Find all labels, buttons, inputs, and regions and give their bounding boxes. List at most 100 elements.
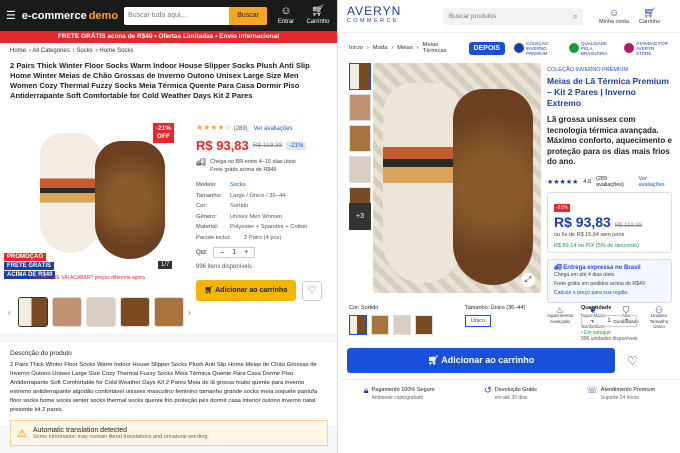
color-swatch[interactable] [349, 315, 367, 335]
product-title: 2 Pairs Thick Winter Floor Socks Warm In… [0, 59, 337, 117]
search-placeholder: Buscar produtos [449, 12, 497, 20]
chevron-left-icon[interactable]: ‹ [8, 308, 14, 317]
snowflake-icon [514, 43, 524, 53]
rating-row: ★★★★★ 4.8 (289 avaliações) Ver avaliaçõe… [547, 176, 672, 188]
left-search-input[interactable]: Buscar tudo aqui... [124, 7, 229, 25]
quantity-stepper[interactable]: – 1 + [213, 247, 256, 258]
reviews-link[interactable]: Ver avaliações [639, 176, 672, 188]
account-label: Minha conta [599, 18, 629, 25]
spec-value: Large / Único / 36–44 [230, 192, 286, 199]
crumb-moda[interactable]: Moda [373, 45, 388, 51]
thumbnail[interactable] [349, 156, 371, 183]
return-icon: ↺ [484, 385, 492, 395]
trust-title: Pagamento 100% Seguro [371, 387, 435, 393]
lock-icon: 🔒︎ [363, 385, 369, 395]
product-main: +3 ⤢ COLEÇÃO INVERNO PREMIUM Meias de Lã… [339, 63, 680, 329]
spec-key: Modelo: [196, 182, 217, 188]
cart-label: Carrinho [306, 18, 330, 25]
add-to-cart-button[interactable]: 🛒︎ Adicionar ao carrinho [347, 348, 615, 373]
plus-icon[interactable]: + [625, 318, 629, 324]
sock-brown [453, 89, 533, 285]
truck-icon: 🚚︎ [554, 264, 562, 271]
ship-calc-link[interactable]: Calcule o preço para sua região [554, 289, 665, 298]
reviews-link[interactable]: Ver avaliações [254, 126, 293, 132]
thumbnail[interactable] [18, 297, 48, 327]
trust-title: Devolução Grátis [494, 387, 537, 393]
plus-icon[interactable]: + [244, 249, 248, 256]
color-swatch[interactable] [415, 315, 433, 335]
old-price: R$ 119,38 [252, 142, 283, 149]
price: R$ 93,83 [196, 138, 249, 153]
right-panel: AVERYN COMMERCE Buscar produtos ⌕ ☺ Minh… [339, 0, 680, 453]
size-option[interactable]: Único [465, 315, 492, 327]
ship-title: Entrega expressa no Brasil [563, 264, 641, 271]
quantity-stepper[interactable]: – 1 + [581, 315, 638, 327]
menu-icon[interactable]: ☰ [6, 9, 16, 22]
options-row: Cor: Sortido Tamanho: Único (36–44) Únic… [339, 297, 680, 342]
breadcrumb: Home › All Categories › Socks › Home Socks [0, 43, 337, 59]
crumb-home-socks[interactable]: Home Socks [99, 48, 133, 54]
product-image[interactable]: ⤢ [373, 63, 541, 293]
crumb-all[interactable]: All Categories [32, 48, 69, 54]
qty-label: Quantidade [581, 305, 612, 311]
product-image[interactable]: -21% OFF [10, 121, 178, 271]
add-to-cart-button[interactable]: 🛒︎ Adicionar ao carrinho [196, 280, 296, 301]
color-swatch[interactable] [371, 315, 389, 335]
price: R$ 93,83 [554, 213, 611, 230]
trust-sub: Suporte 24 horas [600, 395, 640, 401]
spec-row: Cor: Sortido [196, 201, 333, 212]
minus-icon[interactable]: – [590, 318, 593, 324]
left-search-button[interactable]: Buscar [229, 6, 267, 25]
cart-icon: 🛒︎ [643, 7, 656, 19]
sock-light [40, 133, 100, 253]
thumbnail[interactable] [154, 297, 184, 327]
qty-value: 1 [607, 318, 611, 324]
old-price: R$ 119,38 [614, 222, 643, 229]
thumbnail[interactable] [120, 297, 150, 327]
thumbnail[interactable] [349, 94, 371, 121]
averyn-logo[interactable]: AVERYN COMMERCE [347, 5, 443, 26]
expand-icon[interactable]: ⤢ [521, 273, 535, 287]
left-logo[interactable]: e-commerce demo [22, 10, 118, 22]
shipping-info: 🚚︎ Chega no BR entre 4–15 dias úteis Fret… [196, 159, 333, 174]
trust-sub: Ambiente criptografado [371, 395, 424, 401]
rating-count: (289) [233, 126, 248, 132]
account-button[interactable]: ☺ Minha conta [599, 8, 629, 25]
crumb-home[interactable]: Home [10, 48, 26, 54]
thumbnail[interactable] [52, 297, 82, 327]
spec-value: Sortido [230, 203, 249, 209]
cart-button[interactable]: 🛒︎ Carrinho [639, 8, 660, 25]
spec-value[interactable]: Socks [230, 180, 246, 191]
enter-button[interactable]: ☺ Entrar [273, 4, 299, 26]
right-search-input[interactable]: Buscar produtos ⌕ [443, 7, 583, 25]
trust-title: Atendimento Premium [600, 387, 656, 393]
crumb-termicas[interactable]: Meias Térmicas [423, 42, 457, 54]
thumbnail[interactable] [86, 297, 116, 327]
color-swatch[interactable] [393, 315, 411, 335]
add-label: Adicionar ao carrinho [441, 355, 535, 365]
collection-tag: COLEÇÃO INVERNO PREMIUM [547, 67, 628, 73]
user-icon: ☺ [280, 5, 292, 18]
minus-icon[interactable]: – [220, 249, 224, 256]
cart-button[interactable]: 🛒︎ Carrinho [305, 4, 331, 26]
desc-title: Descrição do produto [10, 350, 72, 357]
crumb-home[interactable]: Início [349, 45, 363, 51]
description: Descrição do produto 2 Pairs Thick Winte… [0, 343, 337, 425]
left-search[interactable]: Buscar tudo aqui... Buscar [124, 6, 267, 25]
cart-label: Carrinho [638, 18, 661, 25]
spec-value: Unisex Men Women [230, 213, 283, 220]
add-label: Adicionar ao carrinho [215, 287, 288, 294]
wishlist-button[interactable]: ♡ [302, 280, 322, 301]
thumbnail[interactable] [349, 125, 371, 152]
ship-line: Chega no BR entre 4–15 dias úteis [210, 159, 296, 165]
spec-row: Material: Polyester + Spandex + Cotton [196, 222, 333, 233]
chevron-right-icon[interactable]: › [188, 308, 194, 317]
thumbnail[interactable] [349, 63, 371, 90]
seal: COLEÇÃO INVERNO PREMIUM [514, 41, 560, 56]
installments: ou 6x de R$ 15,64 sem juros [554, 231, 625, 238]
crumb-socks[interactable]: Socks [76, 48, 92, 54]
crumb-meias[interactable]: Meias [397, 45, 412, 51]
search-icon[interactable]: ⌕ [574, 8, 578, 25]
heart-icon[interactable]: ♡ [627, 354, 638, 368]
more-images[interactable]: +3 [349, 203, 371, 230]
